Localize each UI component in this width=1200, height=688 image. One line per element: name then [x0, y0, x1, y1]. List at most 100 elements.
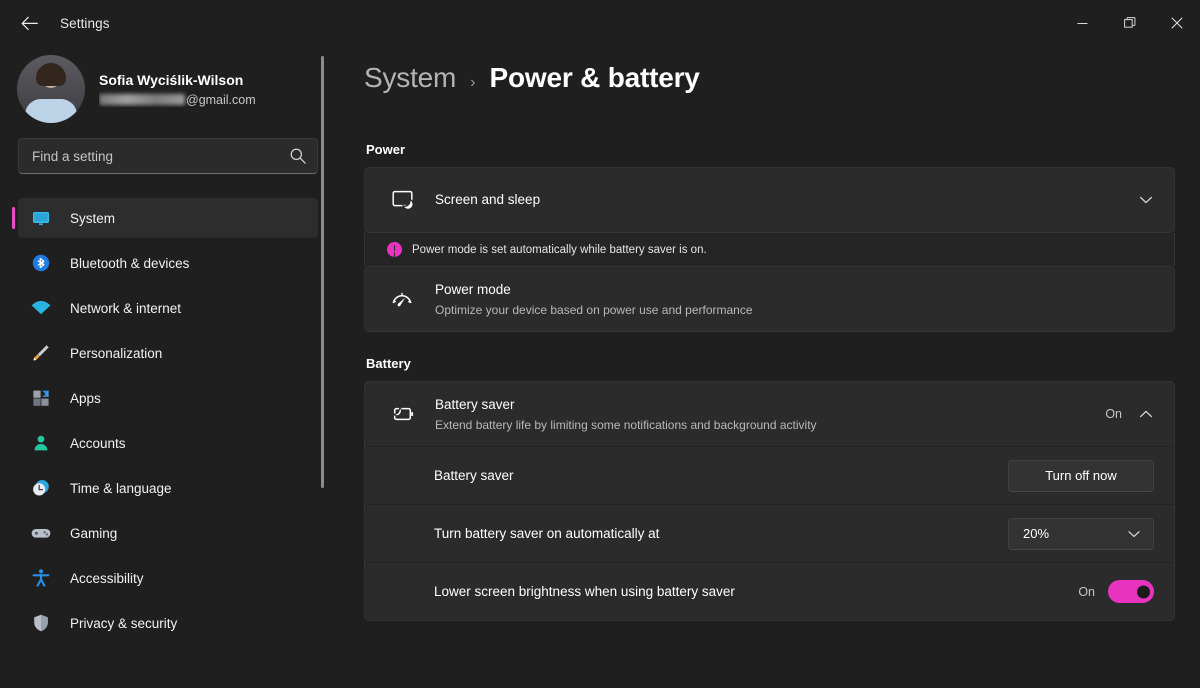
- main-content: System › Power & battery Power Screen an…: [336, 46, 1200, 688]
- monitor-moon-icon: [387, 189, 417, 212]
- close-icon: [1171, 17, 1183, 29]
- speedometer-icon: [387, 287, 417, 311]
- shield-icon: [30, 612, 52, 634]
- chevron-up-icon[interactable]: [1138, 406, 1154, 422]
- breadcrumb: System › Power & battery: [364, 62, 1200, 118]
- page-title: Power & battery: [489, 62, 699, 94]
- account-name: Sofia Wyciślik-Wilson: [99, 72, 256, 88]
- chevron-down-icon: [1126, 526, 1142, 542]
- sidebar-nav: System Bluetooth & devices: [0, 198, 336, 643]
- battery-saver-card: Battery saver Extend battery life by lim…: [364, 381, 1175, 621]
- auto-threshold-text: Turn battery saver on automatically at: [434, 525, 1008, 543]
- info-circle-icon: [387, 242, 402, 257]
- lower-brightness-row: Lower screen brightness when using batte…: [365, 562, 1174, 620]
- minimize-icon: [1077, 18, 1088, 29]
- arrow-left-icon: [21, 16, 38, 31]
- lower-brightness-right: On: [1078, 580, 1154, 603]
- screen-and-sleep-row[interactable]: Screen and sleep: [365, 168, 1174, 232]
- app-title: Settings: [60, 16, 110, 31]
- sidebar-item-label: Bluetooth & devices: [70, 256, 189, 271]
- sidebar-item-label: Privacy & security: [70, 616, 177, 631]
- sidebar-item-time-language[interactable]: Time & language: [18, 468, 318, 508]
- sidebar-item-accounts[interactable]: Accounts: [18, 423, 318, 463]
- restore-button[interactable]: [1106, 0, 1153, 46]
- sidebar-item-label: Accounts: [70, 436, 126, 451]
- sidebar-item-label: Gaming: [70, 526, 117, 541]
- power-mode-title: Power mode: [435, 282, 511, 297]
- power-mode-notice-text: Power mode is set automatically while ba…: [412, 244, 707, 256]
- battery-saver-row-text: Battery saver: [434, 467, 1008, 485]
- sidebar-item-label: System: [70, 211, 115, 226]
- sidebar: Sofia Wyciślik-Wilson @gmail.com: [0, 46, 336, 688]
- close-button[interactable]: [1153, 0, 1200, 46]
- person-icon: [30, 432, 52, 454]
- back-button[interactable]: [12, 8, 46, 38]
- battery-saver-header-right: On: [1105, 406, 1154, 422]
- sidebar-scrollbar-thumb[interactable]: [321, 56, 324, 488]
- toggle-knob: [1137, 585, 1150, 598]
- gamepad-icon: [30, 522, 52, 544]
- sidebar-item-network-internet[interactable]: Network & internet: [18, 288, 318, 328]
- sidebar-item-label: Accessibility: [70, 571, 144, 586]
- screen-and-sleep-title: Screen and sleep: [435, 192, 540, 207]
- power-mode-subtitle: Optimize your device based on power use …: [435, 303, 1154, 317]
- minimize-button[interactable]: [1059, 0, 1106, 46]
- lower-brightness-state: On: [1078, 585, 1095, 599]
- accessibility-icon: [30, 567, 52, 589]
- lower-brightness-label: Lower screen brightness when using batte…: [434, 584, 735, 599]
- search-icon[interactable]: [289, 147, 307, 165]
- search-box[interactable]: [18, 138, 318, 174]
- auto-threshold-label: Turn battery saver on automatically at: [434, 526, 659, 541]
- auto-threshold-right: 20%: [1008, 518, 1154, 550]
- sidebar-item-accessibility[interactable]: Accessibility: [18, 558, 318, 598]
- power-mode-text: Power mode Optimize your device based on…: [435, 281, 1154, 317]
- sidebar-item-personalization[interactable]: Personalization: [18, 333, 318, 373]
- battery-saver-header-row[interactable]: Battery saver Extend battery life by lim…: [365, 382, 1174, 446]
- auto-threshold-row: Turn battery saver on automatically at 2…: [365, 504, 1174, 562]
- account-block[interactable]: Sofia Wyciślik-Wilson @gmail.com: [0, 46, 336, 130]
- turn-off-now-button[interactable]: Turn off now: [1008, 460, 1154, 492]
- sidebar-item-apps[interactable]: Apps: [18, 378, 318, 418]
- search-input[interactable]: [32, 149, 289, 164]
- sidebar-item-label: Network & internet: [70, 301, 181, 316]
- apps-icon: [30, 387, 52, 409]
- settings-window: Settings: [0, 0, 1200, 688]
- auto-threshold-select[interactable]: 20%: [1008, 518, 1154, 550]
- email-domain: @gmail.com: [186, 93, 256, 107]
- screen-and-sleep-card: Screen and sleep: [364, 167, 1175, 233]
- monitor-icon: [30, 207, 52, 229]
- battery-saver-row-right: Turn off now: [1008, 460, 1154, 492]
- lower-brightness-toggle[interactable]: [1108, 580, 1154, 603]
- breadcrumb-parent[interactable]: System: [364, 62, 456, 94]
- battery-saver-header-text: Battery saver Extend battery life by lim…: [435, 396, 1105, 432]
- account-email: @gmail.com: [99, 93, 256, 107]
- screen-and-sleep-text: Screen and sleep: [435, 191, 1138, 209]
- breadcrumb-separator: ›: [470, 74, 475, 92]
- chevron-down-icon[interactable]: [1138, 192, 1154, 208]
- power-mode-row[interactable]: Power mode Optimize your device based on…: [365, 267, 1174, 331]
- battery-leaf-icon: [387, 403, 417, 425]
- account-text: Sofia Wyciślik-Wilson @gmail.com: [99, 72, 256, 107]
- sidebar-item-label: Apps: [70, 391, 101, 406]
- email-redacted-block: [99, 94, 185, 105]
- screen-and-sleep-right: [1138, 192, 1154, 208]
- clock-icon: [30, 477, 52, 499]
- battery-saver-toggle-row: Battery saver Turn off now: [365, 446, 1174, 504]
- sidebar-item-privacy-security[interactable]: Privacy & security: [18, 603, 318, 643]
- paintbrush-icon: [30, 342, 52, 364]
- section-heading-battery: Battery: [366, 356, 1200, 371]
- power-mode-card: Power mode Optimize your device based on…: [364, 266, 1175, 332]
- title-bar: Settings: [0, 0, 1200, 46]
- sidebar-scrollbar[interactable]: [321, 56, 324, 658]
- window-controls: [1059, 0, 1200, 46]
- battery-saver-subtitle: Extend battery life by limiting some not…: [435, 418, 1105, 432]
- sidebar-item-bluetooth-devices[interactable]: Bluetooth & devices: [18, 243, 318, 283]
- wifi-icon: [30, 297, 52, 319]
- battery-saver-title: Battery saver: [435, 397, 515, 412]
- sidebar-item-gaming[interactable]: Gaming: [18, 513, 318, 553]
- sidebar-item-label: Personalization: [70, 346, 162, 361]
- search-wrapper: [0, 130, 336, 174]
- avatar: [17, 55, 85, 123]
- restore-icon: [1124, 17, 1136, 29]
- sidebar-item-system[interactable]: System: [18, 198, 318, 238]
